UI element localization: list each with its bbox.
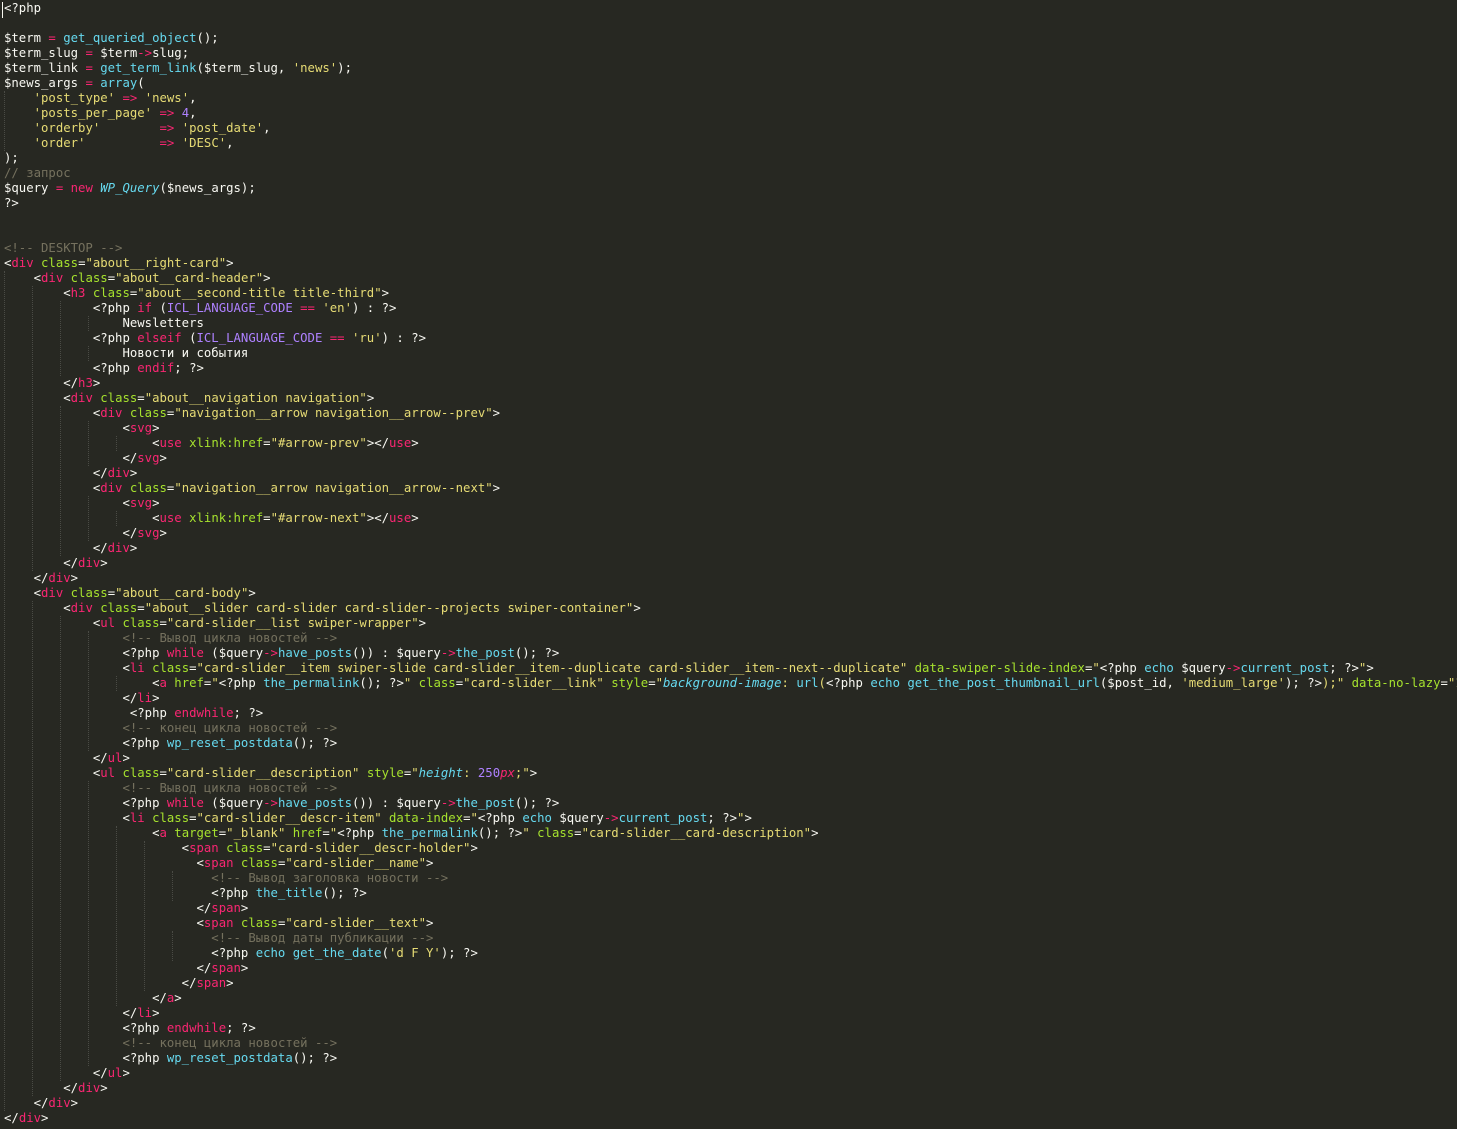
code-line: <?php endwhile; ?> xyxy=(4,706,264,720)
code-line: <?php wp_reset_postdata(); ?> xyxy=(4,736,338,750)
code-line: <div class="about__navigation navigation… xyxy=(4,391,375,405)
code-line: </span> xyxy=(4,961,249,975)
code-editor[interactable]: <?php $term = get_queried_object(); $ter… xyxy=(0,0,1457,1129)
code-line: </h3> xyxy=(4,376,101,390)
code-line: <h3 class="about__second-title title-thi… xyxy=(4,286,390,300)
code-line: 'orderby' => 'post_date', xyxy=(33,121,271,135)
code-line: $term_link = get_term_link($term_slug, '… xyxy=(4,61,352,75)
code-line: </div> xyxy=(4,556,108,570)
code-line: <span class="card-slider__name"> xyxy=(4,856,434,870)
code-line: </div> xyxy=(4,466,138,480)
code-line: <div class="about__card-header"> xyxy=(4,271,271,285)
code-line: <?php endif; ?> xyxy=(4,361,204,375)
code-line: <svg> xyxy=(4,421,160,435)
code-line: <?php xyxy=(4,1,42,15)
code-line: </span> xyxy=(4,976,234,990)
code-line: </div> xyxy=(4,1096,79,1110)
code-line: <span class="card-slider__descr-holder"> xyxy=(4,841,478,855)
code-line: </li> xyxy=(4,691,160,705)
code-line: <li class="card-slider__descr-item" data… xyxy=(4,811,752,825)
code-line: $term_slug = $term->slug; xyxy=(4,46,190,60)
code-line: <!-- конец цикла новостей --> xyxy=(122,1036,338,1050)
code-line: $query = new WP_Query($news_args); xyxy=(4,181,256,195)
code-line: </span> xyxy=(4,901,249,915)
code-line: <ul class="card-slider__description" sty… xyxy=(4,766,538,780)
code-line: Newsletters xyxy=(122,316,204,330)
code-line: <?php while ($query->have_posts()) : $qu… xyxy=(4,796,560,810)
code-line: <?php if (ICL_LANGUAGE_CODE == 'en') : ?… xyxy=(4,301,397,315)
code-line: <?php endwhile; ?> xyxy=(4,1021,256,1035)
code-line: </div> xyxy=(4,571,79,585)
code-line: <div class="navigation__arrow navigation… xyxy=(4,406,501,420)
code-line: </li> xyxy=(4,1006,160,1020)
code-line: ?> xyxy=(4,196,19,210)
code-line: </a> xyxy=(4,991,182,1005)
code-line: <use xlink:href="#arrow-next"></use> xyxy=(4,511,419,525)
code-line: <!-- DESKTOP --> xyxy=(4,241,123,255)
code-line: // запрос xyxy=(4,166,71,180)
code-line: <div class="about__slider card-slider ca… xyxy=(4,601,641,615)
code-line: 'order' => 'DESC', xyxy=(33,136,234,150)
code-line: <div class="about__card-body"> xyxy=(4,586,256,600)
code-line: <?php echo get_the_date('d F Y'); ?> xyxy=(4,946,478,960)
code-line: <ul class="card-slider__list swiper-wrap… xyxy=(4,616,427,630)
code-line: <use xlink:href="#arrow-prev"></use> xyxy=(4,436,419,450)
code-line: <li class="card-slider__item swiper-slid… xyxy=(4,661,1374,675)
code-area[interactable]: <?php $term = get_queried_object(); $ter… xyxy=(4,1,1457,1126)
code-line: <div class="about__right-card"> xyxy=(4,256,234,270)
code-line: ); xyxy=(4,151,19,165)
code-line: <div class="navigation__arrow navigation… xyxy=(4,481,501,495)
code-line: </div> xyxy=(4,1081,108,1095)
code-line: <?php wp_reset_postdata(); ?> xyxy=(4,1051,338,1065)
code-line: </ul> xyxy=(4,751,130,765)
code-line: 'posts_per_page' => 4, xyxy=(33,106,197,120)
text-cursor xyxy=(2,2,3,18)
code-line: </div> xyxy=(4,1111,49,1125)
code-line: <a target="_blank" href="<?php the_perma… xyxy=(4,826,819,840)
code-line: <!-- Вывод заголовка новости --> xyxy=(211,871,449,885)
code-line: <?php elseif (ICL_LANGUAGE_CODE == 'ru')… xyxy=(4,331,427,345)
code-line: </div> xyxy=(4,541,138,555)
code-line: $term = get_queried_object(); xyxy=(4,31,219,45)
code-line: Новости и события xyxy=(122,346,249,360)
code-line: <?php while ($query->have_posts()) : $qu… xyxy=(4,646,560,660)
code-line: <span class="card-slider__text"> xyxy=(4,916,434,930)
code-line: $news_args = array( xyxy=(4,76,145,90)
code-line: <?php the_title(); ?> xyxy=(4,886,367,900)
code-line: 'post_type' => 'news', xyxy=(33,91,197,105)
code-line: </svg> xyxy=(4,526,167,540)
code-line: <!-- Вывод цикла новостей --> xyxy=(122,781,338,795)
code-line: <svg> xyxy=(4,496,160,510)
code-line: <a href="<?php the_permalink(); ?>" clas… xyxy=(4,676,1457,690)
code-line: </svg> xyxy=(4,451,167,465)
code-line: <!-- Вывод цикла новостей --> xyxy=(122,631,338,645)
code-line: <!-- конец цикла новостей --> xyxy=(122,721,338,735)
code-line: </ul> xyxy=(4,1066,130,1080)
code-line: <!-- Вывод даты публикации --> xyxy=(211,931,434,945)
